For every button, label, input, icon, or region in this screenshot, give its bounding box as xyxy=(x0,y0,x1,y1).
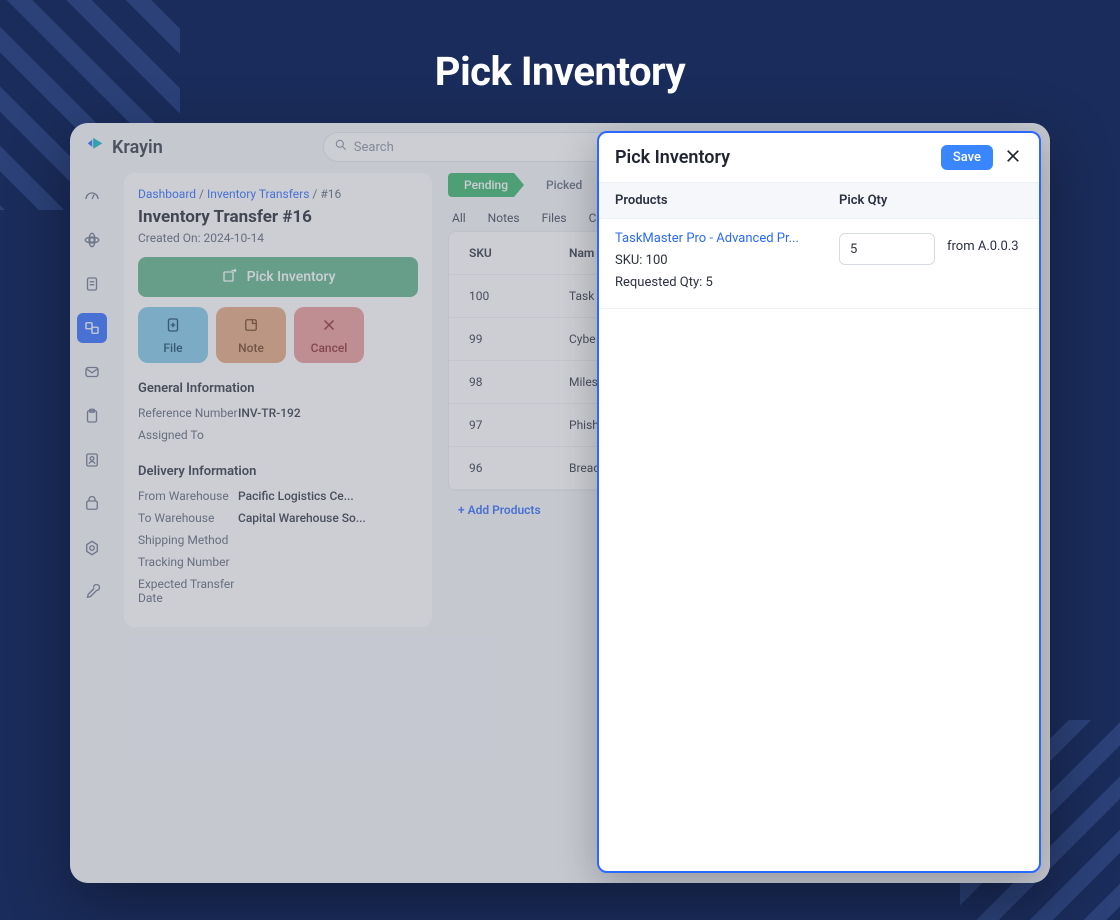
pick-inventory-drawer: Pick Inventory Save Products Pick Qty Ta… xyxy=(597,131,1041,873)
tab-c[interactable]: C xyxy=(589,211,597,225)
from-wh-value: Pacific Logistics Ce... xyxy=(238,489,418,503)
nav-dashboard[interactable] xyxy=(77,181,107,211)
assigned-value xyxy=(238,428,418,442)
file-button[interactable]: File xyxy=(138,307,208,363)
app-window: Krayin Search Dashboard / xyxy=(70,123,1050,883)
nav-products[interactable] xyxy=(77,489,107,519)
cancel-button[interactable]: Cancel xyxy=(294,307,364,363)
close-icon xyxy=(320,316,338,337)
from-wh-label: From Warehouse xyxy=(138,489,238,503)
nav-activities[interactable] xyxy=(77,401,107,431)
col-sku: SKU xyxy=(469,246,569,260)
track-label: Tracking Number xyxy=(138,555,238,569)
file-icon xyxy=(164,316,182,337)
brand-name: Krayin xyxy=(112,137,163,158)
save-button[interactable]: Save xyxy=(941,145,993,170)
drawer-item-row: TaskMaster Pro - Advanced Pr... SKU: 100… xyxy=(599,219,1039,309)
to-wh-value: Capital Warehouse So... xyxy=(238,511,418,525)
search-icon xyxy=(334,138,348,156)
ship-label: Shipping Method xyxy=(138,533,238,547)
nav-mail[interactable] xyxy=(77,357,107,387)
ref-value: INV-TR-192 xyxy=(238,406,418,420)
nav-settings[interactable] xyxy=(77,533,107,563)
box-out-icon xyxy=(221,266,239,288)
drawer-col-products: Products xyxy=(615,193,839,208)
status-pending: Pending xyxy=(448,173,524,197)
crumb-dashboard[interactable]: Dashboard xyxy=(138,187,196,201)
nav-quotes[interactable] xyxy=(77,269,107,299)
detail-card: Dashboard / Inventory Transfers / #16 In… xyxy=(124,173,432,627)
product-sku: SKU: 100 xyxy=(615,250,839,272)
nav-rail xyxy=(70,171,114,883)
assigned-label: Assigned To xyxy=(138,428,238,442)
nav-inventory[interactable] xyxy=(77,313,107,343)
note-label: Note xyxy=(238,341,264,355)
product-requested-qty: Requested Qty: 5 xyxy=(615,272,839,294)
breadcrumb: Dashboard / Inventory Transfers / #16 xyxy=(138,187,418,201)
nav-leads[interactable] xyxy=(77,225,107,255)
note-icon xyxy=(242,316,260,337)
product-name-link[interactable]: TaskMaster Pro - Advanced Pr... xyxy=(615,231,815,246)
tab-all[interactable]: All xyxy=(452,211,466,225)
crumb-current: #16 xyxy=(320,187,341,201)
hero-title: Pick Inventory xyxy=(0,0,1120,123)
crumb-transfers[interactable]: Inventory Transfers xyxy=(207,187,309,201)
delivery-heading: Delivery Information xyxy=(138,464,418,479)
pick-qty-input[interactable] xyxy=(839,233,935,265)
pick-inventory-button[interactable]: Pick Inventory xyxy=(138,257,418,297)
tab-files[interactable]: Files xyxy=(542,211,567,225)
search-placeholder: Search xyxy=(354,140,394,155)
close-drawer-button[interactable] xyxy=(1003,148,1023,168)
status-picked: Picked xyxy=(524,173,598,197)
drawer-title: Pick Inventory xyxy=(615,147,941,168)
nav-contacts[interactable] xyxy=(77,445,107,475)
created-meta: Created On: 2024-10-14 xyxy=(138,231,418,245)
note-button[interactable]: Note xyxy=(216,307,286,363)
to-wh-label: To Warehouse xyxy=(138,511,238,525)
expect-label: Expected Transfer Date xyxy=(138,577,238,605)
nav-config[interactable] xyxy=(77,577,107,607)
cancel-label: Cancel xyxy=(311,341,348,355)
close-icon xyxy=(1004,147,1022,169)
brand-mark-icon xyxy=(84,136,106,158)
page-title: Inventory Transfer #16 xyxy=(138,207,418,227)
file-label: File xyxy=(163,341,182,355)
general-heading: General Information xyxy=(138,381,418,396)
ref-label: Reference Number xyxy=(138,406,238,420)
from-location: from A.0.0.3 xyxy=(947,233,1019,254)
tab-notes[interactable]: Notes xyxy=(488,211,520,225)
pick-inventory-label: Pick Inventory xyxy=(247,269,336,285)
drawer-col-qty: Pick Qty xyxy=(839,193,1023,208)
brand-logo: Krayin xyxy=(84,136,163,158)
